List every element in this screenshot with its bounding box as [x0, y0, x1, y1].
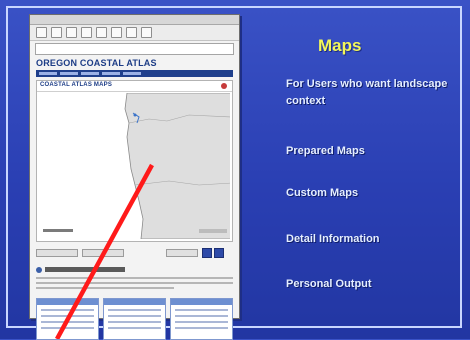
region-select [82, 249, 124, 257]
map-controls [36, 246, 233, 260]
site-navbar [36, 70, 233, 77]
browser-toolbar [30, 25, 239, 41]
info-title-text [45, 267, 125, 272]
link-column [103, 298, 166, 340]
info-icon [36, 267, 42, 273]
back-icon [36, 27, 47, 38]
browser-titlebar [30, 15, 239, 25]
refresh-icon [66, 27, 77, 38]
map-panel-header: COASTAL ATLAS MAPS [37, 81, 232, 92]
layer-select [36, 249, 78, 257]
map-logo-icon [221, 83, 227, 89]
home-icon [81, 27, 92, 38]
site-title: OREGON COASTAL ATLAS [36, 58, 157, 68]
search-icon [96, 27, 107, 38]
menu-item-prepared-maps: Prepared Maps [286, 145, 365, 157]
coastal-map [39, 93, 230, 239]
link-columns [36, 298, 233, 340]
info-paragraph [36, 277, 233, 292]
menu-item-personal-output: Personal Output [286, 278, 372, 290]
map-panel-title: COASTAL ATLAS MAPS [40, 82, 113, 88]
print-map-button [214, 248, 224, 258]
favorites-icon [111, 27, 122, 38]
info-section [36, 266, 233, 296]
slide-heading: Maps [318, 36, 362, 55]
link-column [170, 298, 233, 340]
link-column [36, 298, 99, 340]
zoom-select [166, 249, 198, 257]
forward-icon [51, 27, 62, 38]
address-bar [35, 43, 234, 55]
menu-item-detail-information: Detail Information [286, 233, 380, 245]
menu-item-custom-maps: Custom Maps [286, 187, 359, 199]
website-screenshot: OREGON COASTAL ATLAS COASTAL ATLAS MAPS [29, 14, 240, 340]
menu-item-landscape-context: For Users who want landscape context [286, 78, 448, 107]
map-panel: COASTAL ATLAS MAPS [36, 80, 233, 242]
go-button [202, 248, 212, 258]
print-icon [141, 27, 152, 38]
history-icon [126, 27, 137, 38]
